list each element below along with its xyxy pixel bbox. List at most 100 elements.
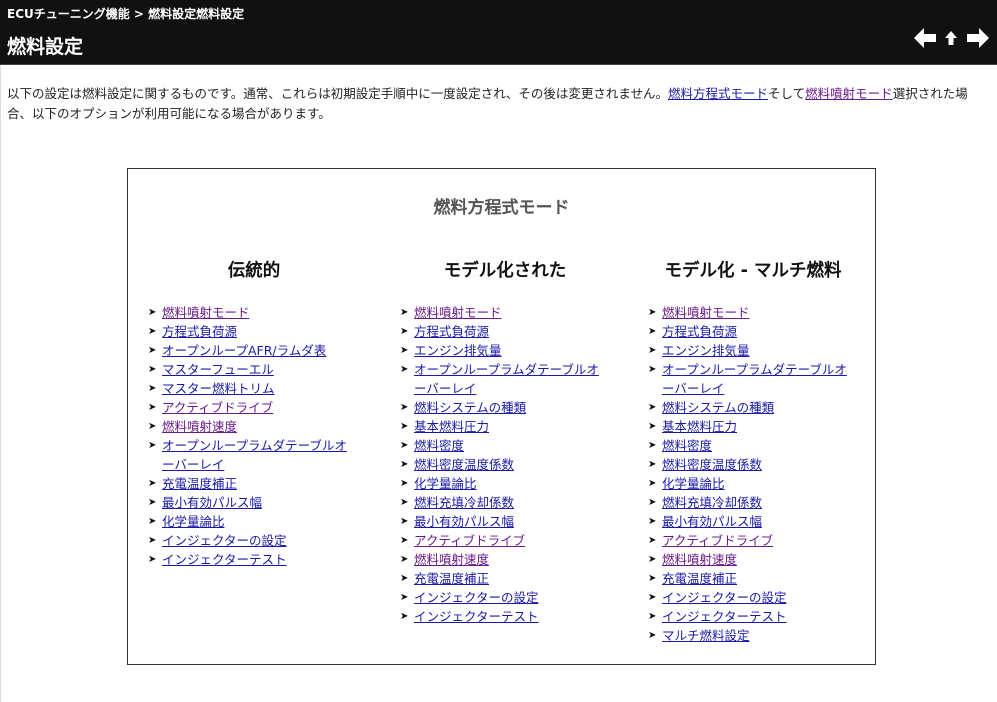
list-item: 化学量論比 [400, 474, 600, 493]
list-item: オープンループラムダテーブルオーバーレイ [400, 360, 600, 398]
option-link[interactable]: 方程式負荷源 [162, 324, 237, 339]
list-item: オープンループラムダテーブルオーバーレイ [648, 360, 848, 398]
list-item: 充電温度補正 [148, 474, 348, 493]
option-link[interactable]: インジェクターの設定 [162, 533, 287, 548]
breadcrumb-separator: > [129, 7, 149, 21]
option-link[interactable]: 基本燃料圧力 [414, 419, 489, 434]
option-link[interactable]: 燃料システムの種類 [414, 400, 526, 415]
option-list: 燃料噴射モード方程式負荷源オープンループAFR/ラムダ表マスターフューエルマスタ… [148, 303, 348, 569]
option-link[interactable]: 方程式負荷源 [414, 324, 489, 339]
option-link[interactable]: インジェクターの設定 [662, 590, 787, 605]
option-link[interactable]: 燃料密度温度係数 [414, 457, 514, 472]
option-link[interactable]: 最小有効パルス幅 [162, 495, 262, 510]
list-item: 燃料密度温度係数 [400, 455, 600, 474]
forward-button[interactable] [964, 23, 991, 53]
list-item: 方程式負荷源 [648, 322, 848, 341]
option-link[interactable]: 最小有効パルス幅 [662, 514, 762, 529]
option-link[interactable]: 基本燃料圧力 [662, 419, 737, 434]
option-list: 燃料噴射モード方程式負荷源エンジン排気量オープンループラムダテーブルオーバーレイ… [648, 303, 848, 645]
list-item: マスター燃料トリム [148, 379, 348, 398]
list-item: 化学量論比 [148, 512, 348, 531]
option-link[interactable]: 燃料密度 [414, 438, 464, 453]
list-item: 燃料噴射速度 [400, 550, 600, 569]
option-link[interactable]: アクティブドライブ [162, 400, 273, 415]
list-item: オープンループラムダテーブルオーバーレイ [148, 436, 348, 474]
option-link[interactable]: 燃料噴射速度 [162, 419, 237, 434]
column-modeled: モデル化された 燃料噴射モード方程式負荷源エンジン排気量オープンループラムダテー… [400, 257, 615, 626]
option-link[interactable]: 化学量論比 [414, 476, 477, 491]
breadcrumb: ECUチューニング機能 > 燃料設定燃料設定 [7, 5, 244, 22]
nav-buttons [911, 23, 991, 53]
option-link[interactable]: 燃料密度 [662, 438, 712, 453]
option-link[interactable]: 化学量論比 [662, 476, 725, 491]
list-item: インジェクターの設定 [400, 588, 600, 607]
fuel-injection-mode-link[interactable]: 燃料噴射モード [805, 86, 893, 101]
list-item: アクティブドライブ [648, 531, 848, 550]
fuel-equation-mode-table: 燃料方程式モード 伝統的 燃料噴射モード方程式負荷源オープンループAFR/ラムダ… [127, 168, 876, 665]
option-link[interactable]: 燃料システムの種類 [662, 400, 774, 415]
fuel-equation-mode-link[interactable]: 燃料方程式モード [668, 86, 768, 101]
list-item: 最小有効パルス幅 [400, 512, 600, 531]
option-link[interactable]: オープンループラムダテーブルオーバーレイ [662, 362, 847, 396]
option-link[interactable]: エンジン排気量 [662, 343, 750, 358]
list-item: インジェクターテスト [148, 550, 348, 569]
column-heading: モデル化 - マルチ燃料 [664, 261, 842, 281]
arrow-up-icon [945, 31, 957, 45]
list-item: 燃料噴射モード [148, 303, 348, 322]
option-link[interactable]: マスター燃料トリム [162, 381, 275, 396]
column-heading: モデル化された [443, 261, 567, 281]
list-item: 最小有効パルス幅 [148, 493, 348, 512]
option-link[interactable]: 充電温度補正 [414, 571, 489, 586]
option-link[interactable]: マスターフューエル [162, 362, 274, 377]
option-link[interactable]: インジェクターの設定 [414, 590, 539, 605]
option-link[interactable]: 燃料充填冷却係数 [662, 495, 762, 510]
list-item: マスターフューエル [148, 360, 348, 379]
option-link[interactable]: アクティブドライブ [662, 533, 773, 548]
breadcrumb-parent-link[interactable]: ECUチューニング機能 [7, 7, 130, 21]
intro-paragraph: 以下の設定は燃料設定に関するものです。通常、これらは初期設定手順中に一度設定され… [7, 84, 992, 124]
option-link[interactable]: 充電温度補正 [162, 476, 237, 491]
list-item: 燃料噴射モード [648, 303, 848, 322]
option-link[interactable]: 燃料噴射モード [162, 305, 250, 320]
list-item: 充電温度補正 [648, 569, 848, 588]
option-link[interactable]: オープンループラムダテーブルオーバーレイ [414, 362, 599, 396]
up-button[interactable] [942, 23, 960, 53]
arrow-right-icon [966, 28, 989, 48]
page-title: 燃料設定 [7, 36, 84, 58]
list-item: 燃料充填冷却係数 [400, 493, 600, 512]
option-link[interactable]: 燃料噴射モード [414, 305, 502, 320]
list-item: 燃料システムの種類 [400, 398, 600, 417]
breadcrumb-current: 燃料設定燃料設定 [148, 7, 245, 21]
list-item: 燃料密度 [400, 436, 600, 455]
list-item: 燃料噴射速度 [148, 417, 348, 436]
option-link[interactable]: 化学量論比 [162, 514, 225, 529]
option-link[interactable]: 充電温度補正 [662, 571, 737, 586]
option-link[interactable]: オープンループAFR/ラムダ表 [162, 343, 326, 358]
back-button[interactable] [911, 23, 938, 53]
option-link[interactable]: 燃料密度温度係数 [662, 457, 762, 472]
option-link[interactable]: 最小有効パルス幅 [414, 514, 514, 529]
option-link[interactable]: 燃料噴射速度 [662, 552, 737, 567]
option-link[interactable]: アクティブドライブ [414, 533, 525, 548]
column-traditional: 伝統的 燃料噴射モード方程式負荷源オープンループAFR/ラムダ表マスターフューエ… [148, 257, 368, 569]
option-link[interactable]: 燃料噴射速度 [414, 552, 489, 567]
option-link[interactable]: インジェクターテスト [162, 552, 287, 567]
option-link[interactable]: 燃料充填冷却係数 [414, 495, 514, 510]
list-item: 充電温度補正 [400, 569, 600, 588]
option-link[interactable]: オープンループラムダテーブルオーバーレイ [162, 438, 347, 472]
list-item: マルチ燃料設定 [648, 626, 848, 645]
option-list: 燃料噴射モード方程式負荷源エンジン排気量オープンループラムダテーブルオーバーレイ… [400, 303, 600, 626]
list-item: 方程式負荷源 [400, 322, 600, 341]
option-link[interactable]: エンジン排気量 [414, 343, 502, 358]
list-item: 最小有効パルス幅 [648, 512, 848, 531]
option-link[interactable]: 方程式負荷源 [662, 324, 737, 339]
option-link[interactable]: マルチ燃料設定 [662, 628, 750, 643]
list-item: 燃料密度 [648, 436, 848, 455]
option-link[interactable]: インジェクターテスト [414, 609, 539, 624]
option-link[interactable]: 燃料噴射モード [662, 305, 750, 320]
page-header: ECUチューニング機能 > 燃料設定燃料設定 燃料設定 [0, 0, 997, 65]
option-link[interactable]: インジェクターテスト [662, 609, 787, 624]
list-item: エンジン排気量 [648, 341, 848, 360]
list-item: 燃料噴射モード [400, 303, 600, 322]
intro-text-2: そして [768, 86, 806, 101]
